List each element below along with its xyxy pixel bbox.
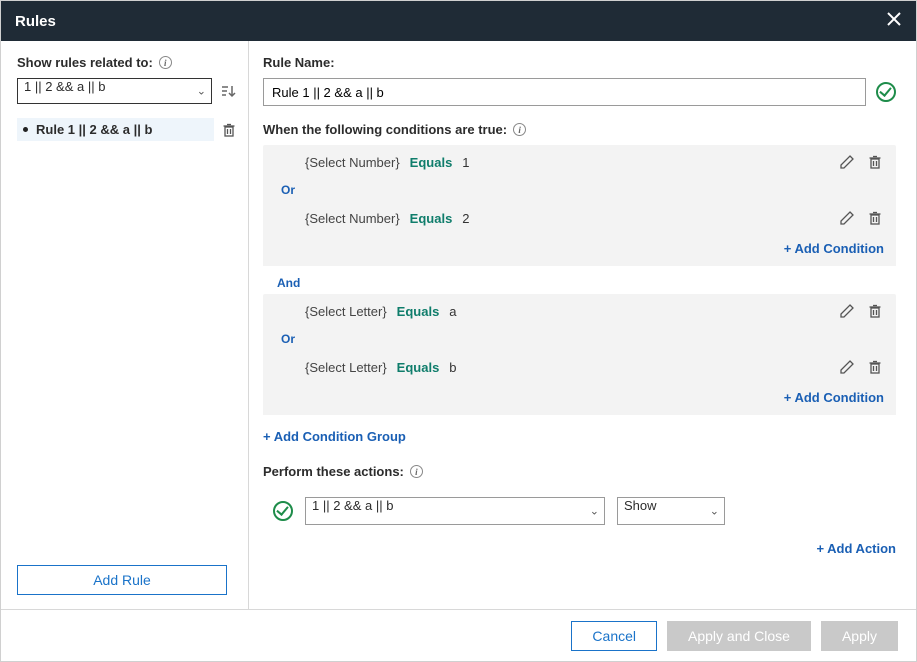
condition-operator[interactable]: Equals [397, 360, 440, 375]
show-rules-label: Show rules related to: i [17, 55, 238, 70]
conditions-label: When the following conditions are true: … [263, 122, 896, 137]
apply-button[interactable]: Apply [821, 621, 898, 651]
add-condition-link[interactable]: + Add Condition [263, 235, 896, 266]
or-connector: Or [263, 328, 896, 350]
or-connector: Or [263, 179, 896, 201]
add-condition-link[interactable]: + Add Condition [263, 384, 896, 415]
condition-row: {Select Letter} Equals a [263, 294, 896, 328]
condition-field[interactable]: {Select Letter} [305, 360, 387, 375]
action-row: 1 || 2 && a || b ⌄ Show ⌄ [263, 487, 896, 531]
close-icon[interactable] [886, 11, 902, 32]
info-icon[interactable]: i [159, 56, 172, 69]
condition-operator[interactable]: Equals [410, 211, 453, 226]
cancel-button[interactable]: Cancel [571, 621, 657, 651]
left-pane: Show rules related to: i 1 || 2 && a || … [1, 41, 249, 609]
condition-row: {Select Letter} Equals b [263, 350, 896, 384]
right-pane: Rule Name: When the following conditions… [249, 41, 916, 609]
condition-row: {Select Number} Equals 2 [263, 201, 896, 235]
dialog-title: Rules [15, 13, 56, 30]
bullet-icon [23, 127, 28, 132]
condition-value[interactable]: 1 [462, 155, 469, 170]
condition-operator[interactable]: Equals [397, 304, 440, 319]
rule-list: Rule 1 || 2 && a || b [17, 118, 238, 557]
add-action-link[interactable]: + Add Action [263, 531, 896, 566]
rule-item-label: Rule 1 || 2 && a || b [36, 122, 152, 137]
condition-value[interactable]: a [449, 304, 456, 319]
trash-icon[interactable] [866, 153, 884, 171]
pencil-icon[interactable] [838, 153, 856, 171]
trash-icon[interactable] [220, 121, 238, 139]
add-condition-group-link[interactable]: + Add Condition Group [263, 421, 896, 452]
titlebar: Rules [1, 1, 916, 41]
condition-group: {Select Letter} Equals a Or {Select Lett… [263, 294, 896, 415]
rules-filter-select[interactable]: 1 || 2 && a || b ⌄ [17, 78, 212, 104]
action-type-select[interactable]: Show ⌄ [617, 497, 725, 525]
check-circle-icon [876, 82, 896, 102]
trash-icon[interactable] [866, 358, 884, 376]
condition-field[interactable]: {Select Number} [305, 211, 400, 226]
condition-value[interactable]: b [449, 360, 456, 375]
actions-label: Perform these actions: i [263, 464, 896, 479]
condition-operator[interactable]: Equals [410, 155, 453, 170]
action-target-select[interactable]: 1 || 2 && a || b ⌄ [305, 497, 605, 525]
info-icon[interactable]: i [513, 123, 526, 136]
condition-field[interactable]: {Select Letter} [305, 304, 387, 319]
check-circle-icon [273, 501, 293, 521]
trash-icon[interactable] [866, 209, 884, 227]
rule-item[interactable]: Rule 1 || 2 && a || b [17, 118, 214, 141]
pencil-icon[interactable] [838, 209, 856, 227]
and-connector: And [263, 272, 896, 294]
add-rule-button[interactable]: Add Rule [17, 565, 227, 595]
info-icon[interactable]: i [410, 465, 423, 478]
apply-close-button[interactable]: Apply and Close [667, 621, 811, 651]
sort-icon[interactable] [218, 81, 238, 101]
pencil-icon[interactable] [838, 302, 856, 320]
condition-field[interactable]: {Select Number} [305, 155, 400, 170]
pencil-icon[interactable] [838, 358, 856, 376]
rule-name-label: Rule Name: [263, 55, 896, 70]
condition-row: {Select Number} Equals 1 [263, 145, 896, 179]
condition-value[interactable]: 2 [462, 211, 469, 226]
rules-dialog: Rules Show rules related to: i 1 || 2 &&… [0, 0, 917, 662]
trash-icon[interactable] [866, 302, 884, 320]
dialog-footer: Cancel Apply and Close Apply [1, 609, 916, 661]
condition-group: {Select Number} Equals 1 Or {Select Numb… [263, 145, 896, 266]
rule-name-input[interactable] [263, 78, 866, 106]
